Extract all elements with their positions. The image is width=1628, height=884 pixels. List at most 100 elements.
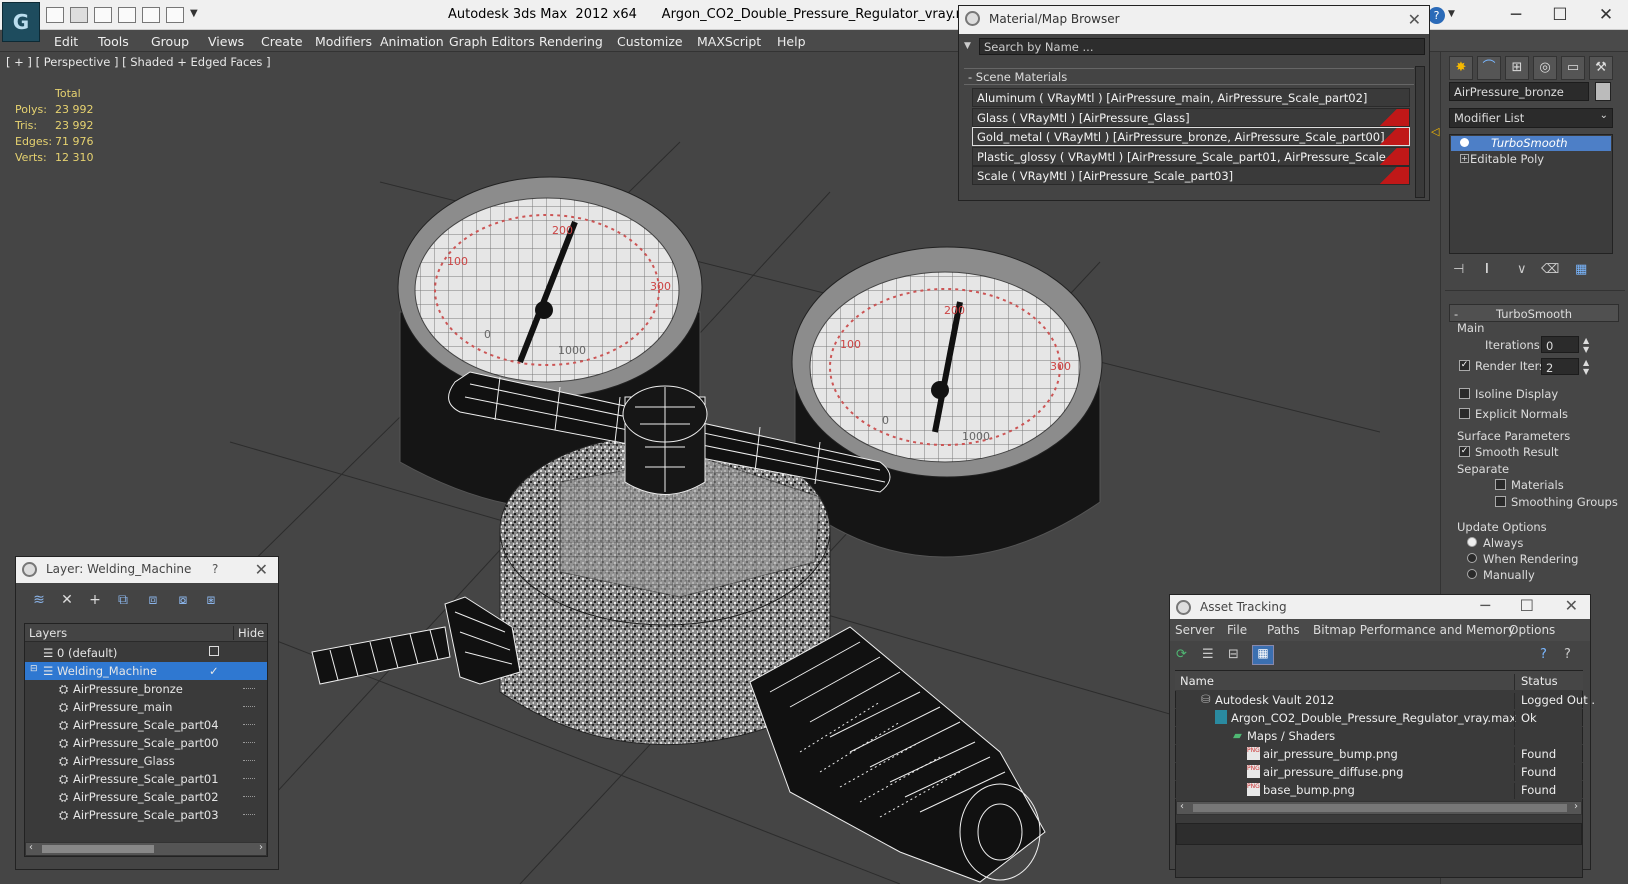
asset-info-icon[interactable]: ? (1564, 647, 1571, 662)
help-dropdown-icon[interactable]: ▼ (1448, 9, 1455, 19)
create-layer-icon[interactable]: ≋ (28, 592, 50, 612)
isoline-display-checkbox[interactable] (1459, 388, 1470, 399)
menu-help[interactable]: Help (777, 34, 806, 49)
menu-views[interactable]: Views (208, 34, 244, 49)
hierarchy-tab-icon[interactable]: ⊞ (1505, 56, 1529, 80)
scroll-right-icon[interactable]: › (259, 842, 263, 853)
scene-materials-section[interactable]: - Scene Materials (964, 68, 1414, 85)
material-search-input[interactable]: Search by Name ... (979, 38, 1425, 55)
pin-stack-icon[interactable]: ⊣ (1453, 262, 1464, 277)
expand-plus-icon[interactable]: + (1460, 154, 1469, 163)
material-browser-titlebar[interactable]: Material/Map Browser ✕ (959, 6, 1429, 34)
layer-row-welding-machine[interactable]: ⊟ ☰ Welding_Machine ✓ (25, 662, 267, 680)
add-to-layer-icon[interactable]: + (84, 592, 106, 612)
table-view-icon[interactable]: ▦ (1252, 645, 1274, 665)
asset-menu-paths[interactable]: Paths (1267, 623, 1300, 637)
utilities-tab-icon[interactable]: ⚒ (1589, 56, 1613, 80)
asset-row-maps-shaders[interactable]: ▰ Maps / Shaders (1175, 727, 1583, 745)
menu-maxscript[interactable]: MAXScript (697, 34, 761, 49)
open-file-icon[interactable] (70, 7, 88, 23)
hide-toggle[interactable] (243, 742, 255, 744)
browser-options-arrow-icon[interactable]: ▼ (964, 41, 971, 51)
update-when-rendering-radio[interactable] (1467, 553, 1477, 563)
asset-table-scrollbar[interactable]: ‹ › (1176, 801, 1582, 815)
configure-modifier-sets-icon[interactable]: ▦ (1575, 262, 1587, 277)
turbosmooth-rollout-header[interactable]: - TurboSmooth (1449, 304, 1619, 322)
render-iters-spinner-icon[interactable]: ▲ ▼ (1583, 358, 1589, 376)
hide-toggle[interactable] (243, 796, 255, 798)
scrollbar-thumb[interactable] (42, 845, 154, 853)
close-button[interactable]: ✕ (1586, 4, 1626, 26)
current-layer-toggle[interactable] (209, 646, 219, 656)
asset-help-icon[interactable]: ? (1540, 647, 1547, 662)
highlight-selected-icon[interactable]: ⧈ (142, 592, 164, 612)
menu-customize[interactable]: Customize (617, 34, 683, 49)
asset-menu-server[interactable]: Server (1175, 623, 1214, 637)
asset-path-field[interactable] (1176, 823, 1582, 845)
render-iters-checkbox[interactable]: ✓ (1459, 360, 1470, 371)
select-objects-icon[interactable]: ⧉ (112, 592, 134, 612)
hide-toggle[interactable] (243, 814, 255, 816)
modifier-stack[interactable]: TurboSmooth + Editable Poly (1449, 134, 1613, 254)
app-logo[interactable]: G (2, 2, 40, 42)
list-view-icon[interactable]: ☰ (1202, 647, 1214, 662)
delete-layer-icon[interactable]: ✕ (56, 592, 78, 612)
hide-all-icon[interactable]: ⧇ (172, 592, 194, 612)
modifier-list-dropdown[interactable]: Modifier List ⌄ (1449, 108, 1613, 128)
remove-modifier-icon[interactable]: ⌫ (1541, 262, 1559, 277)
separate-materials-checkbox[interactable] (1495, 479, 1506, 490)
modify-tab-icon[interactable]: ⌒ (1477, 56, 1501, 80)
current-layer-check-icon[interactable]: ✓ (209, 664, 219, 678)
help-icon[interactable]: ? (1428, 7, 1445, 24)
object-row-scale-part00[interactable]: ⛭ AirPressure_Scale_part00 (25, 734, 267, 752)
menu-rendering[interactable]: Rendering (539, 34, 603, 49)
asset-close-icon[interactable]: ✕ (1565, 596, 1578, 615)
material-browser-close-icon[interactable]: ✕ (1408, 10, 1421, 29)
menu-create[interactable]: Create (261, 34, 303, 49)
hold-icon[interactable] (118, 7, 136, 23)
object-row-scale-part02[interactable]: ⛭ AirPressure_Scale_part02 (25, 788, 267, 806)
hide-toggle[interactable] (243, 760, 255, 762)
iterations-input[interactable]: 0 (1541, 336, 1579, 353)
layer-tree-scrollbar[interactable]: ‹ › (25, 842, 267, 856)
menu-tools[interactable]: Tools (98, 34, 129, 49)
menu-animation[interactable]: Animation (380, 34, 444, 49)
material-gold-metal[interactable]: Gold_metal ( VRayMtl ) [AirPressure_bron… (972, 127, 1410, 146)
object-row-airpressure-bronze[interactable]: ⛭ AirPressure_bronze (25, 680, 267, 698)
collapse-minus-icon[interactable]: ⊟ (30, 664, 38, 674)
scroll-left-icon[interactable]: ‹ (29, 842, 33, 853)
maximize-button[interactable]: ☐ (1540, 4, 1580, 26)
object-row-scale-part04[interactable]: ⛭ AirPressure_Scale_part04 (25, 716, 267, 734)
update-manually-radio[interactable] (1467, 569, 1477, 579)
show-end-result-icon[interactable]: Ⅰ (1485, 262, 1489, 277)
asset-minimize-icon[interactable]: ─ (1480, 596, 1490, 615)
menu-group[interactable]: Group (151, 34, 189, 49)
material-aluminum[interactable]: Aluminum ( VRayMtl ) [AirPressure_main, … (972, 88, 1410, 107)
material-glass[interactable]: Glass ( VRayMtl ) [AirPressure_Glass] (972, 108, 1410, 127)
object-row-scale-part03[interactable]: ⛭ AirPressure_Scale_part03 (25, 806, 267, 824)
update-always-radio[interactable] (1467, 537, 1477, 547)
name-column-header[interactable]: Name (1180, 674, 1214, 688)
asset-row-max-file[interactable]: Argon_CO2_Double_Pressure_Regulator_vray… (1175, 709, 1583, 727)
material-list-scrollbar[interactable] (1415, 66, 1425, 198)
fetch-icon[interactable] (142, 7, 160, 23)
asset-row-base-bump-png[interactable]: PNG base_bump.png Found (1175, 781, 1583, 799)
menu-graph-editors[interactable]: Graph Editors (449, 34, 535, 49)
scroll-right-icon[interactable]: › (1574, 801, 1578, 812)
refresh-icon[interactable]: ⟳ (1176, 647, 1187, 662)
smooth-result-checkbox[interactable]: ✓ (1459, 446, 1470, 457)
hide-toggle[interactable] (243, 778, 255, 780)
quick-access-dropdown-icon[interactable]: ▼ (190, 8, 198, 19)
menu-edit[interactable]: Edit (54, 34, 78, 49)
object-name-field[interactable]: AirPressure_bronze (1449, 82, 1589, 101)
tree-view-icon[interactable]: ⊟ (1228, 647, 1239, 662)
hide-column-header[interactable]: Hide (233, 626, 264, 640)
minimize-button[interactable]: ─ (1496, 4, 1536, 26)
material-plastic-glossy[interactable]: Plastic_glossy ( VRayMtl ) [AirPressure_… (972, 147, 1410, 166)
asset-menu-options[interactable]: Options (1509, 623, 1555, 637)
project-folder-icon[interactable] (166, 7, 184, 23)
scrollbar-thumb[interactable] (1193, 804, 1567, 812)
stack-item-editable-poly[interactable]: Editable Poly (1470, 152, 1544, 166)
asset-row-diffuse-png[interactable]: PNG air_pressure_diffuse.png Found (1175, 763, 1583, 781)
motion-tab-icon[interactable]: ◎ (1533, 56, 1557, 80)
